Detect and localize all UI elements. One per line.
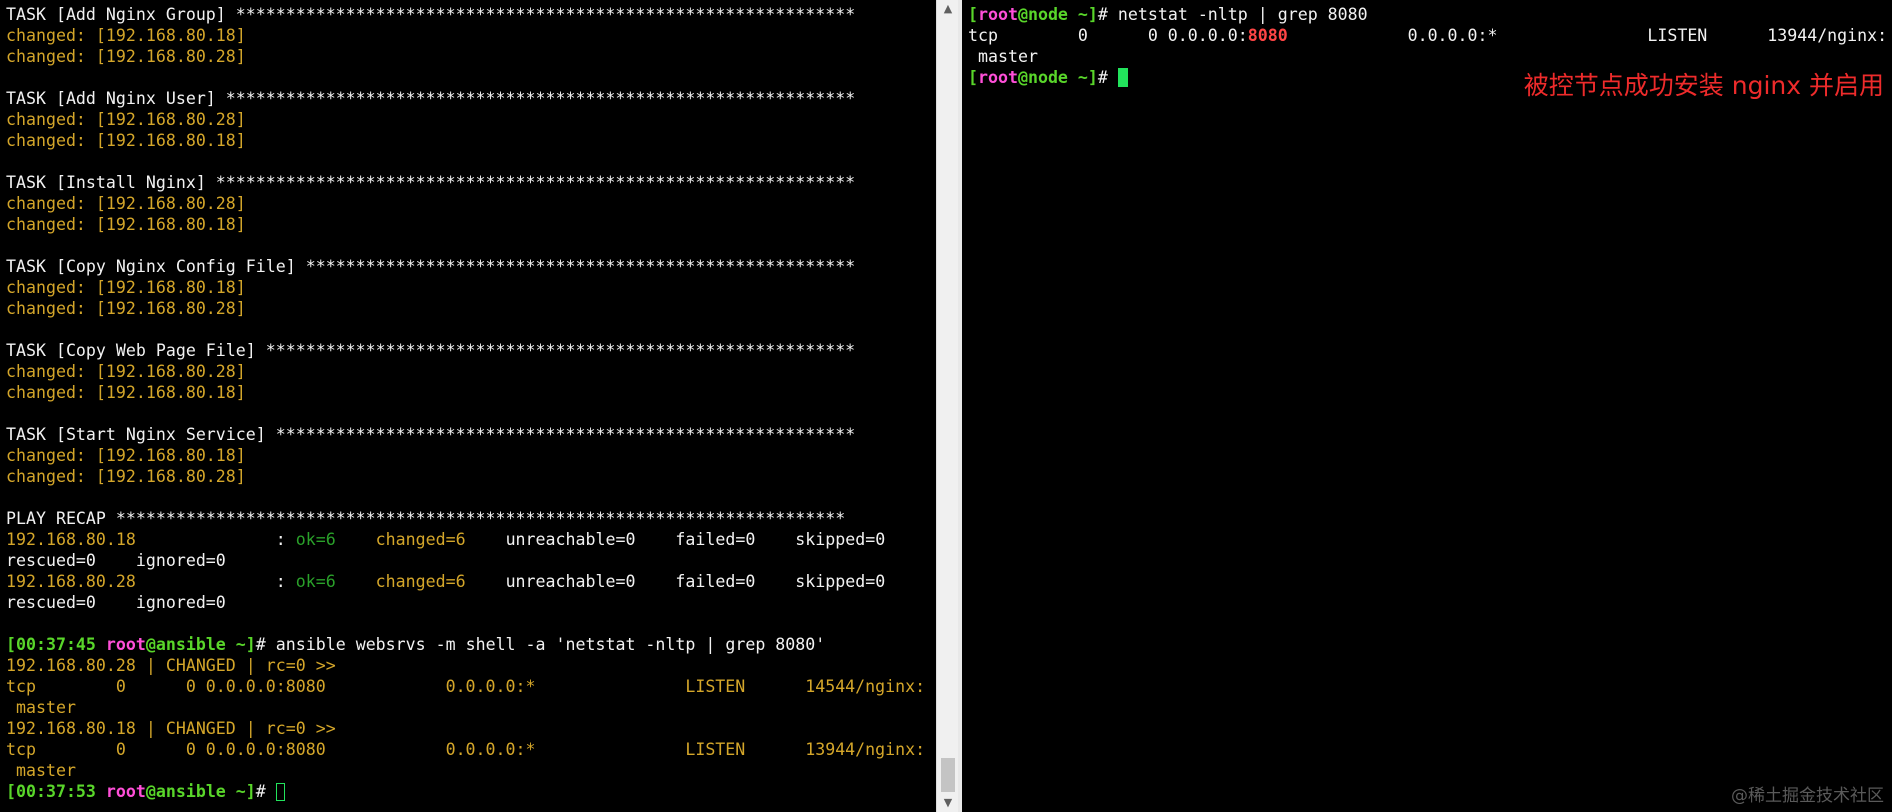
task-changed-line: changed: [192.168.80.28] [6, 47, 246, 66]
annotation-caption: 被控节点成功安装 nginx 并启用 [1523, 71, 1884, 100]
task-changed-line: changed: [192.168.80.28] [6, 467, 246, 486]
recap-row-cont: rescued=0 ignored=0 [6, 551, 226, 570]
command-output-line: tcp 0 0 0.0.0.0:8080 0.0.0.0:* LISTEN 14… [6, 677, 926, 696]
scrollbar-thumb[interactable] [941, 758, 955, 792]
task-header: TASK [Add Nginx User] ******************… [6, 89, 856, 108]
task-changed-line: changed: [192.168.80.28] [6, 110, 246, 129]
netstat-output-line: tcp 0 0 0.0.0.0:8080 0.0.0.0:* LISTEN 13… [968, 26, 1888, 45]
shell-prompt-command: [root@node ~]# netstat -nltp | grep 8080 [968, 5, 1368, 24]
recap-row-cont: rescued=0 ignored=0 [6, 593, 226, 612]
command-output-line: master [6, 761, 76, 780]
text-cursor-icon [1117, 68, 1128, 87]
text-cursor-icon [275, 783, 285, 801]
task-changed-line: changed: [192.168.80.28] [6, 299, 246, 318]
task-header: TASK [Install Nginx] *******************… [6, 173, 856, 192]
play-recap-header: PLAY RECAP *****************************… [6, 509, 846, 528]
port-highlight: 8080 [1247, 26, 1288, 45]
task-changed-line: changed: [192.168.80.28] [6, 362, 246, 381]
shell-prompt-current[interactable]: [00:37:53 root@ansible ~]# [6, 781, 936, 802]
task-header: TASK [Copy Nginx Config File] **********… [6, 257, 856, 276]
node-terminal-pane[interactable]: [root@node ~]# netstat -nltp | grep 8080… [962, 0, 1892, 812]
task-changed-line: changed: [192.168.80.18] [6, 131, 246, 150]
recap-row: 192.168.80.18 : ok=6 changed=6 unreachab… [6, 530, 886, 549]
vertical-scrollbar[interactable]: ▲ ▼ [936, 0, 959, 812]
task-header: TASK [Add Nginx Group] *****************… [6, 5, 856, 24]
task-changed-line: changed: [192.168.80.18] [6, 278, 246, 297]
recap-row: 192.168.80.28 : ok=6 changed=6 unreachab… [6, 572, 886, 591]
task-changed-line: changed: [192.168.80.18] [6, 383, 246, 402]
task-changed-line: changed: [192.168.80.18] [6, 26, 246, 45]
watermark: @稀土掘金技术社区 [1731, 786, 1884, 806]
command-output-line: tcp 0 0 0.0.0.0:8080 0.0.0.0:* LISTEN 13… [6, 740, 926, 759]
task-header: TASK [Start Nginx Service] *************… [6, 425, 856, 444]
netstat-output-cont: master [968, 47, 1038, 66]
shell-prompt-command: [00:37:45 root@ansible ~]# ansible websr… [6, 635, 826, 654]
scroll-up-arrow-icon[interactable]: ▲ [937, 0, 959, 18]
scroll-down-arrow-icon[interactable]: ▼ [937, 794, 959, 812]
command-output-line: 192.168.80.18 | CHANGED | rc=0 >> [6, 719, 336, 738]
task-changed-line: changed: [192.168.80.18] [6, 215, 246, 234]
task-changed-line: changed: [192.168.80.18] [6, 446, 246, 465]
task-header: TASK [Copy Web Page File] **************… [6, 341, 856, 360]
command-output-line: 192.168.80.28 | CHANGED | rc=0 >> [6, 656, 336, 675]
task-changed-line: changed: [192.168.80.28] [6, 194, 246, 213]
ansible-terminal-pane[interactable]: TASK [Add Nginx Group] *****************… [0, 0, 936, 812]
ansible-terminal-output: TASK [Add Nginx Group] *****************… [6, 4, 936, 802]
command-output-line: master [6, 698, 76, 717]
